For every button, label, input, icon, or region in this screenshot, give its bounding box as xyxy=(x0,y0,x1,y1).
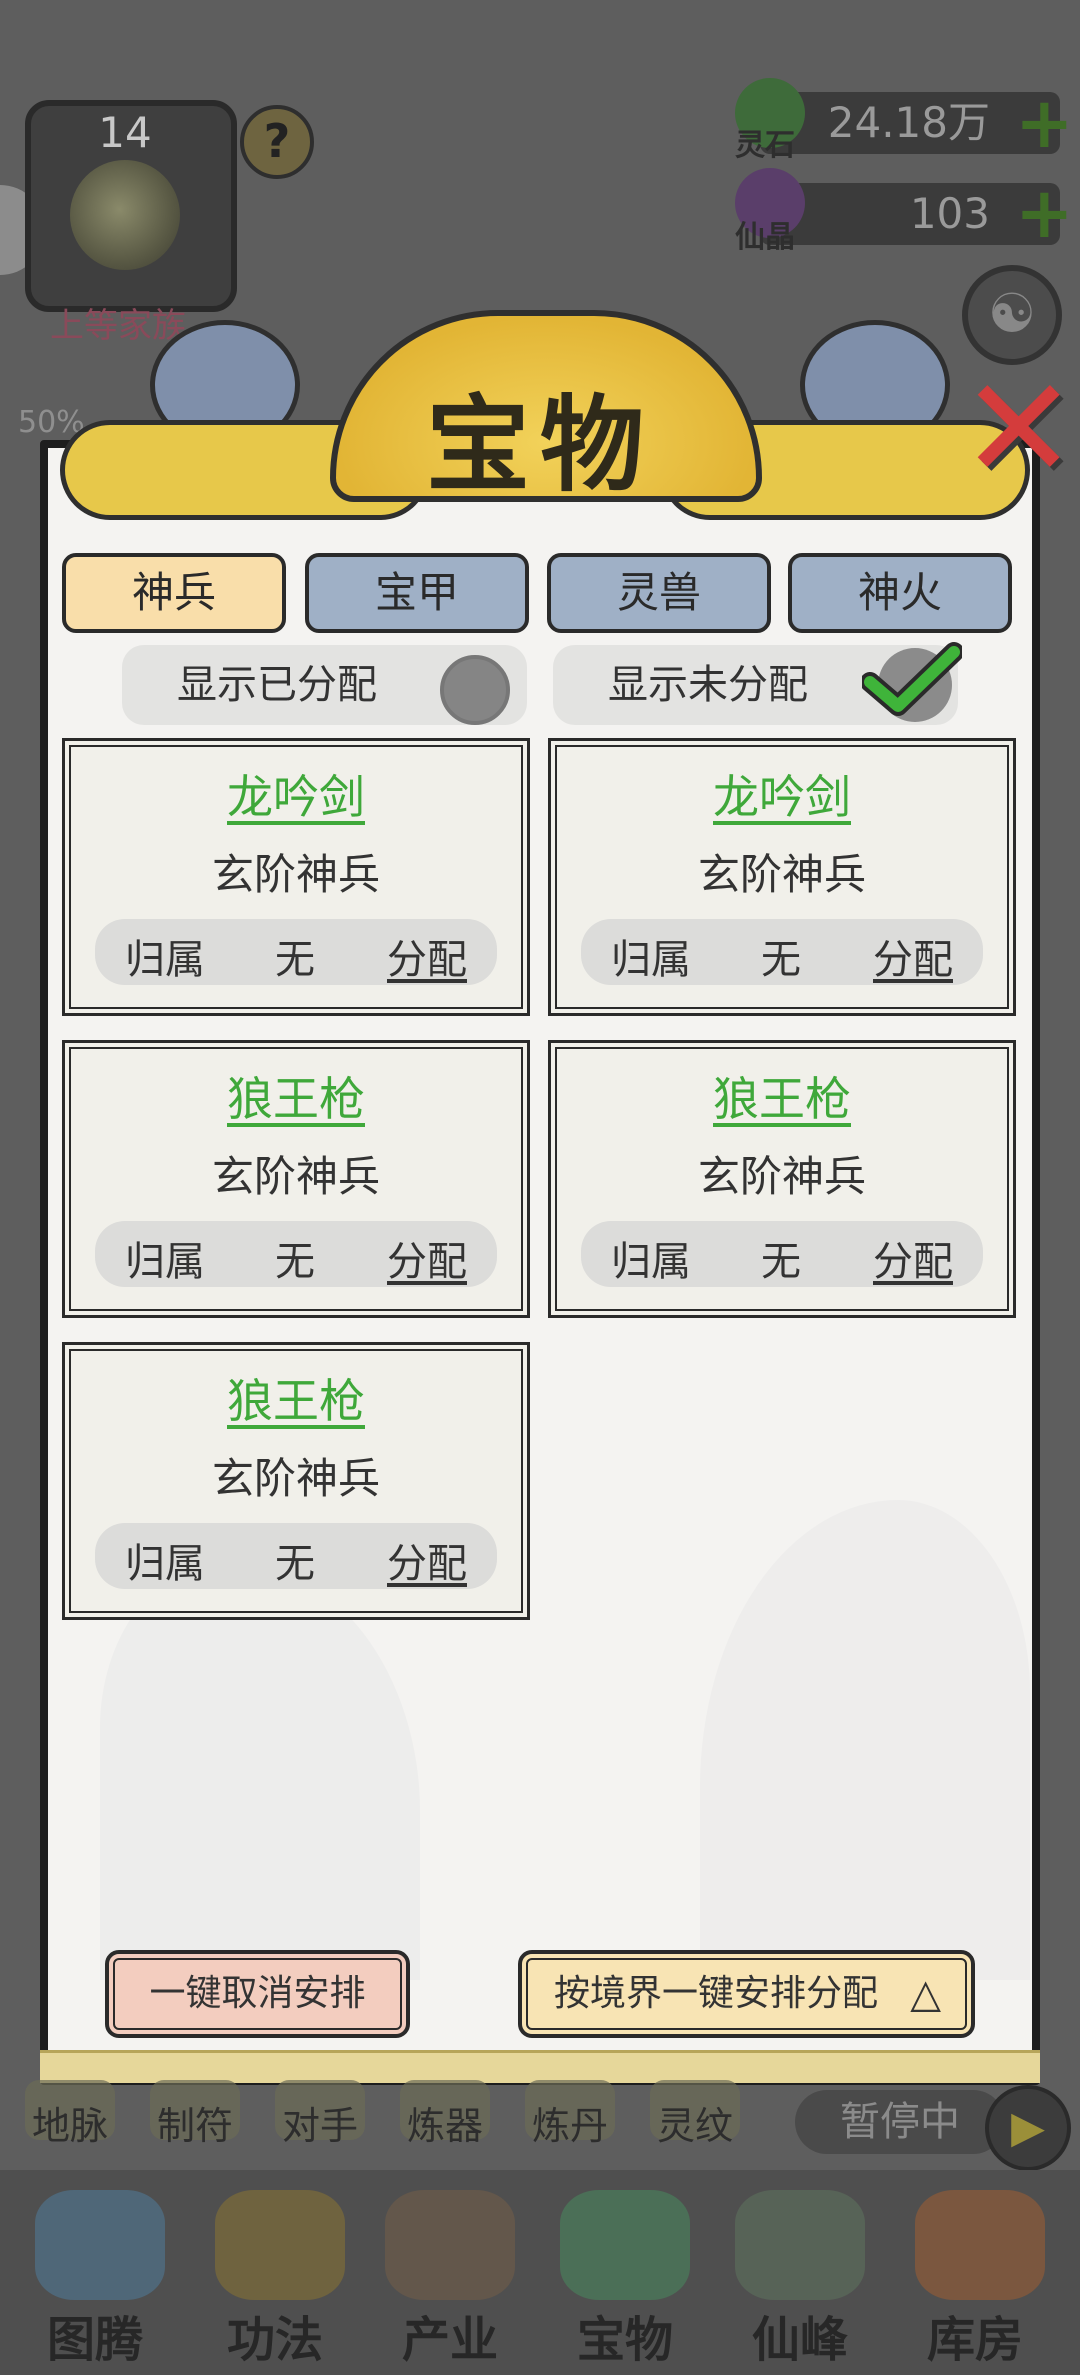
owner-value: 无 xyxy=(275,1239,315,1285)
nav-industry[interactable]: 产业 xyxy=(375,2300,525,2370)
owner-label: 归属 xyxy=(125,937,205,983)
owner-value: 无 xyxy=(761,1239,801,1285)
assign-button[interactable]: 分配 xyxy=(387,1229,467,1287)
show-unassigned-label: 显示未分配 xyxy=(608,662,808,708)
industry-icon xyxy=(385,2190,515,2300)
checkmark-icon xyxy=(862,642,962,716)
subnav-alchemy[interactable]: 炼丹 xyxy=(520,2095,620,2150)
spirit-stone-label: 灵石 xyxy=(735,128,795,163)
subnav-opponent[interactable]: 对手 xyxy=(270,2095,370,2150)
owner-label: 归属 xyxy=(125,1541,205,1587)
assign-button[interactable]: 分配 xyxy=(873,927,953,985)
treasure-grade: 玄阶神兵 xyxy=(697,1152,866,1201)
tab-divine-fire[interactable]: 神火 xyxy=(788,553,1012,633)
triangle-up-icon: △ xyxy=(910,1971,941,2017)
auto-assign-by-realm-button[interactable]: 按境界一键安排分配 △ xyxy=(518,1950,975,2038)
nav-treasure[interactable]: 宝物 xyxy=(550,2300,700,2370)
add-immortal-crystal-button[interactable]: + xyxy=(1015,178,1074,248)
nav-totem[interactable]: 图腾 xyxy=(20,2300,170,2370)
play-button[interactable]: ▶ xyxy=(985,2085,1071,2171)
ownership-row: 归属 无 分配 xyxy=(95,1221,497,1287)
ownership-row: 归属 无 分配 xyxy=(581,919,983,985)
totem-icon xyxy=(35,2190,165,2300)
treasure-card: 狼王枪 玄阶神兵 归属 无 分配 xyxy=(548,1040,1016,1318)
treasure-grade: 玄阶神兵 xyxy=(211,1454,380,1503)
treasure-card: 狼王枪 玄阶神兵 归属 无 分配 xyxy=(62,1040,530,1318)
treasure-card: 龙吟剑 玄阶神兵 归属 无 分配 xyxy=(62,738,530,1016)
treasure-card: 狼王枪 玄阶神兵 归属 无 分配 xyxy=(62,1342,530,1620)
tab-treasure-armor[interactable]: 宝甲 xyxy=(305,553,529,633)
assign-button[interactable]: 分配 xyxy=(387,927,467,985)
subnav-talisman[interactable]: 制符 xyxy=(145,2095,245,2150)
subnav-forge[interactable]: 炼器 xyxy=(395,2095,495,2150)
treasure-name[interactable]: 狼王枪 xyxy=(551,1063,1013,1129)
close-button[interactable]: ✕ xyxy=(960,360,1077,500)
treasure-name[interactable]: 龙吟剑 xyxy=(65,761,527,827)
family-rank-label: 上等家族 xyxy=(50,306,186,346)
owner-label: 归属 xyxy=(611,937,691,983)
dialog-bottom-trim xyxy=(40,2050,1040,2083)
pause-status: 暂停中 xyxy=(795,2090,1005,2154)
owner-label: 归属 xyxy=(125,1239,205,1285)
cancel-all-assignments-button[interactable]: 一键取消安排 xyxy=(105,1950,410,2038)
family-emblem-icon xyxy=(70,160,180,270)
show-assigned-checkbox[interactable] xyxy=(440,655,510,725)
treasure-icon xyxy=(560,2190,690,2300)
nav-immortal-peak[interactable]: 仙峰 xyxy=(725,2300,875,2370)
warehouse-icon xyxy=(915,2190,1045,2300)
auto-assign-label: 按境界一键安排分配 xyxy=(554,1973,879,2014)
treasure-card: 龙吟剑 玄阶神兵 归属 无 分配 xyxy=(548,738,1016,1016)
nav-warehouse[interactable]: 库房 xyxy=(900,2300,1050,2370)
owner-value: 无 xyxy=(275,937,315,983)
show-assigned-label: 显示已分配 xyxy=(177,662,377,708)
add-spirit-stone-button[interactable]: + xyxy=(1015,88,1074,158)
ownership-row: 归属 无 分配 xyxy=(581,1221,983,1287)
treasure-name[interactable]: 龙吟剑 xyxy=(551,761,1013,827)
immortal-peak-icon xyxy=(735,2190,865,2300)
owner-value: 无 xyxy=(275,1541,315,1587)
ownership-row: 归属 无 分配 xyxy=(95,919,497,985)
nav-technique[interactable]: 功法 xyxy=(200,2300,350,2370)
tab-divine-weapon[interactable]: 神兵 xyxy=(62,553,286,633)
assign-button[interactable]: 分配 xyxy=(387,1531,467,1589)
treasure-name[interactable]: 狼王枪 xyxy=(65,1365,527,1431)
treasure-grade: 玄阶神兵 xyxy=(211,1152,380,1201)
immortal-crystal-label: 仙晶 xyxy=(735,220,795,255)
treasure-grade: 玄阶神兵 xyxy=(697,850,866,899)
subnav-earth-vein[interactable]: 地脉 xyxy=(20,2095,120,2150)
owner-label: 归属 xyxy=(611,1239,691,1285)
help-button[interactable]: ? xyxy=(240,105,314,179)
technique-icon xyxy=(215,2190,345,2300)
treasure-grade: 玄阶神兵 xyxy=(211,850,380,899)
dialog-title: 宝物 xyxy=(425,384,654,506)
subnav-rune[interactable]: 灵纹 xyxy=(645,2095,745,2150)
assign-button[interactable]: 分配 xyxy=(873,1229,953,1287)
tab-spirit-beast[interactable]: 灵兽 xyxy=(547,553,771,633)
family-level: 14 xyxy=(98,108,152,157)
owner-value: 无 xyxy=(761,937,801,983)
treasure-name[interactable]: 狼王枪 xyxy=(65,1063,527,1129)
ownership-row: 归属 无 分配 xyxy=(95,1523,497,1589)
